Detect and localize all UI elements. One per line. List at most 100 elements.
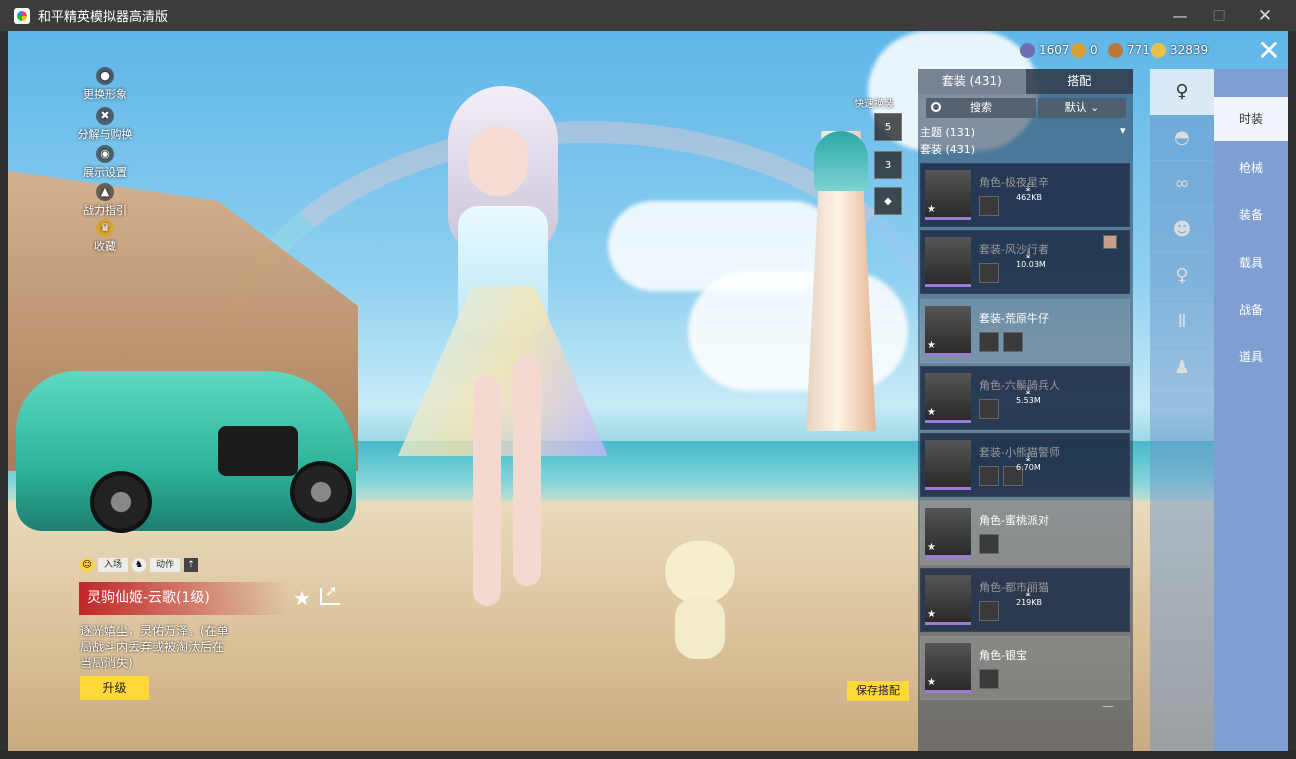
game-viewport: ● 更换形象 ✖ 分解与购换 ◉ 展示设置 ▲ 战力指引 ♛ 收藏 1607 0… xyxy=(8,31,1288,751)
outfit-thumbnail xyxy=(925,237,971,287)
outfit-item[interactable]: ★ 角色-极夜星辛 ⤓ 462KB xyxy=(920,163,1130,227)
outfit-thumbnail xyxy=(925,440,971,490)
upgrade-button[interactable]: 升级 xyxy=(80,676,149,700)
emulator-window: 和平精英模拟器高清版 — ☐ ✕ ● 更换形象 ✖ 分解与购换 ◉ 展示设置 ▲… xyxy=(0,0,1296,759)
outfit-part-thumbnail xyxy=(1003,332,1023,352)
download-size: 462KB xyxy=(1016,193,1043,202)
power-guide-button[interactable]: ▲ 战力指引 xyxy=(70,183,140,223)
change-appearance-button[interactable]: ● 更换形象 xyxy=(70,67,140,107)
download-indicator[interactable]: ⤓ 219KB xyxy=(1016,587,1042,607)
display-settings-button[interactable]: ◉ 展示设置 xyxy=(70,145,140,185)
bottom-strip xyxy=(0,751,1296,759)
download-indicator[interactable]: ⤓ 5.53M xyxy=(1016,385,1041,405)
tab-match[interactable]: 搭配 xyxy=(1025,69,1133,94)
download-icon: ⤓ xyxy=(1025,451,1031,464)
tab-suits[interactable]: 套装 (431) xyxy=(918,69,1026,94)
outfit-thumbnail: ★ xyxy=(925,508,971,558)
sidebar-item-props[interactable]: 道具 xyxy=(1214,335,1288,379)
search-icon xyxy=(931,102,941,112)
outfit-item[interactable]: ★ 角色-蜜桃派对 xyxy=(920,501,1130,565)
car-grille xyxy=(218,426,298,476)
download-size: 6.70M xyxy=(1016,463,1041,472)
sidebar-item-equipment[interactable]: 装备 xyxy=(1214,193,1288,237)
outfit-part-thumbnail xyxy=(979,332,999,352)
quick-slot-hanger[interactable]: 5 xyxy=(874,113,902,141)
subcat-mask[interactable]: ☻ xyxy=(1150,207,1214,253)
star-icon: ★ xyxy=(927,340,936,351)
subcat-outfit[interactable]: ♀ xyxy=(1150,69,1214,115)
subcat-shoes[interactable]: ♟ xyxy=(1150,345,1214,391)
filter-suits[interactable]: 套装 (431) xyxy=(920,141,975,157)
close-wardrobe-button[interactable]: ✕ xyxy=(1254,37,1284,67)
outfit-thumbnail: ★ xyxy=(925,170,971,220)
list-end-marker: — xyxy=(1102,699,1114,713)
save-outfit-button[interactable]: 保存搭配 xyxy=(847,681,909,701)
pose-icon: ♞ xyxy=(132,558,147,572)
decompose-button[interactable]: ✖ 分解与购换 xyxy=(70,107,140,147)
sort-value: 默认 xyxy=(1064,101,1087,114)
character-model[interactable] xyxy=(388,86,618,616)
filter-theme[interactable]: 主题 (131) ▾ xyxy=(920,124,1126,140)
outfit-item[interactable]: ★ 角色-都市丽猫 ⤓ 219KB xyxy=(920,568,1130,632)
left-menu-label: 战力指引 xyxy=(83,204,127,217)
outfit-item[interactable]: ★ 角色-银宝 xyxy=(920,636,1130,700)
crown-icon: ♛ xyxy=(96,219,114,237)
character-skirt xyxy=(398,286,608,456)
sidebar-item-combat[interactable]: 战备 xyxy=(1214,288,1288,332)
outfit-item[interactable]: ★ 角色-六鬃骑兵人 ⤓ 5.53M xyxy=(920,366,1130,430)
sort-dropdown[interactable]: 默认 ⌄ xyxy=(1038,98,1126,118)
search-placeholder: 搜索 xyxy=(970,101,992,114)
action-button[interactable]: 动作 xyxy=(150,558,181,572)
filter-label: 套装 (431) xyxy=(920,143,976,156)
smile-icon: ☺ xyxy=(80,558,94,572)
outfit-part-thumbnail xyxy=(979,669,999,689)
bronze-coin-icon xyxy=(1108,42,1123,58)
subcat-hat[interactable]: ◓ xyxy=(1150,115,1214,161)
search-input[interactable]: 搜索 xyxy=(926,98,1036,118)
top-icon: ♀ xyxy=(1175,265,1189,286)
maximize-button[interactable]: ☐ xyxy=(1196,0,1242,31)
star-icon: ★ xyxy=(927,609,936,620)
quick-switch-label[interactable]: 快速换装 xyxy=(854,95,894,110)
download-indicator[interactable]: ⤓ 10.03M xyxy=(1016,248,1046,269)
download-icon: ⤓ xyxy=(1025,248,1031,261)
currency-silver: 1607 xyxy=(1020,41,1070,59)
favorite-star-icon[interactable]: ★ xyxy=(293,586,311,610)
download-icon: ⤓ xyxy=(1025,181,1031,194)
slot-number: 5 xyxy=(884,122,892,133)
pet-bear[interactable] xyxy=(663,541,738,661)
filter-label: 主题 (131) xyxy=(920,126,976,139)
download-indicator[interactable]: ⤓ 462KB xyxy=(1016,181,1043,202)
quick-slot-diamond[interactable]: ◆ xyxy=(874,187,902,215)
collection-button[interactable]: ♛ 收藏 xyxy=(70,219,140,259)
outfit-item[interactable]: 套装-小熊猫警师 ⤓ 6.70M xyxy=(920,433,1130,497)
pet-head xyxy=(665,541,735,603)
car-wheel xyxy=(90,471,152,533)
gold-coin-icon xyxy=(1071,42,1086,58)
lighthouse-lantern xyxy=(814,131,868,191)
expand-icon[interactable]: ⇡ xyxy=(184,558,199,572)
character-face xyxy=(468,126,528,196)
outfit-icon: ♀ xyxy=(1175,81,1189,102)
quick-slot-hanger[interactable]: 3 xyxy=(874,151,902,179)
character-leg xyxy=(513,356,541,586)
outfit-part-thumbnail xyxy=(979,196,999,216)
subcat-glasses[interactable]: ∞ xyxy=(1150,161,1214,207)
outfit-thumbnail: ★ xyxy=(925,306,971,356)
action-bar: ☺ 入场 ♞ 动作 ⇡ xyxy=(80,558,199,572)
person-icon: ● xyxy=(96,67,114,85)
sidebar-item-guns[interactable]: 枪械 xyxy=(1214,146,1288,190)
sidebar-item-fashion[interactable]: 时装 xyxy=(1214,97,1288,141)
share-icon[interactable] xyxy=(320,582,340,605)
shoes-icon: ♟ xyxy=(1173,357,1191,378)
outfit-item[interactable]: ★ 套装-荒原牛仔 xyxy=(920,299,1130,363)
download-indicator[interactable]: ⤓ 6.70M xyxy=(1016,451,1041,472)
close-window-button[interactable]: ✕ xyxy=(1242,0,1288,31)
entrance-button[interactable]: 入场 xyxy=(98,558,129,572)
outfit-description: 逐光嬉尘，灵佑万泽。(在单局战斗内丢弃或被淘汰后在当局消失) xyxy=(80,624,229,670)
subcat-top[interactable]: ♀ xyxy=(1150,253,1214,299)
sidebar-item-vehicles[interactable]: 载具 xyxy=(1214,241,1288,285)
outfit-item[interactable]: 套装-风沙行者 ⤓ 10.03M xyxy=(920,230,1130,294)
subcat-pants[interactable]: Ⅱ xyxy=(1150,299,1214,345)
currency-points: 32839 xyxy=(1151,41,1208,59)
